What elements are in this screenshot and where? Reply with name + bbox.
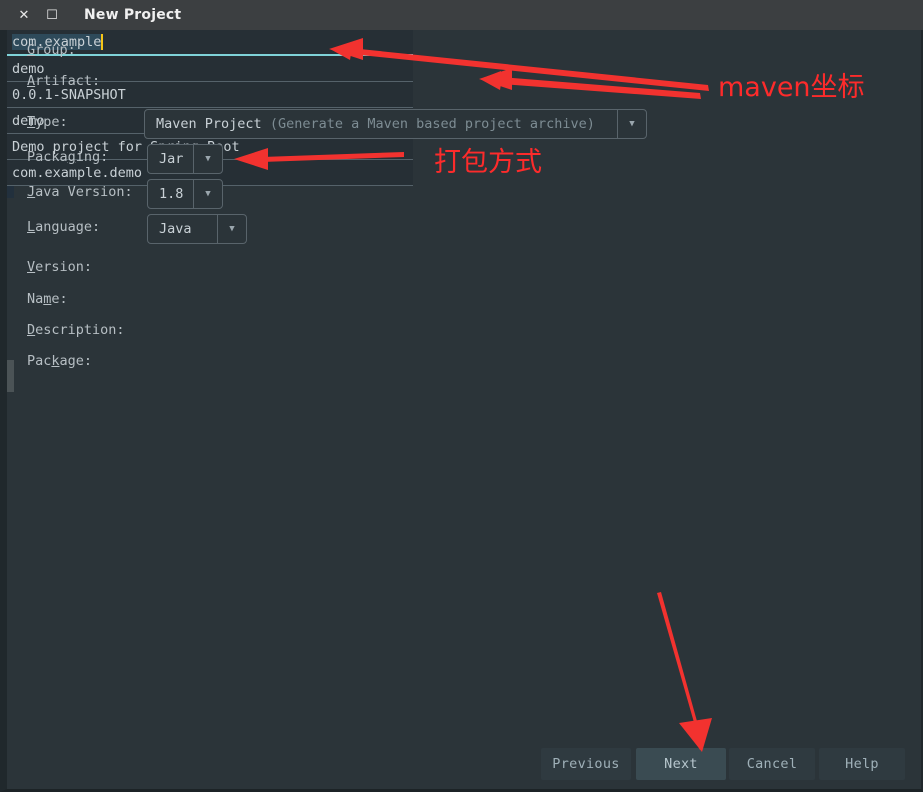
new-project-dialog: ✕ ☐ New Project Group: com.example Artif… <box>0 0 923 792</box>
annotation-arrow-next <box>657 592 712 752</box>
annotation-label-packaging-method: 打包方式 <box>434 147 542 178</box>
annotation-overlay <box>234 38 712 752</box>
annotation-arrow-packaging <box>234 148 404 170</box>
annotation-label-maven-coordinates: maven坐标 <box>718 72 865 103</box>
